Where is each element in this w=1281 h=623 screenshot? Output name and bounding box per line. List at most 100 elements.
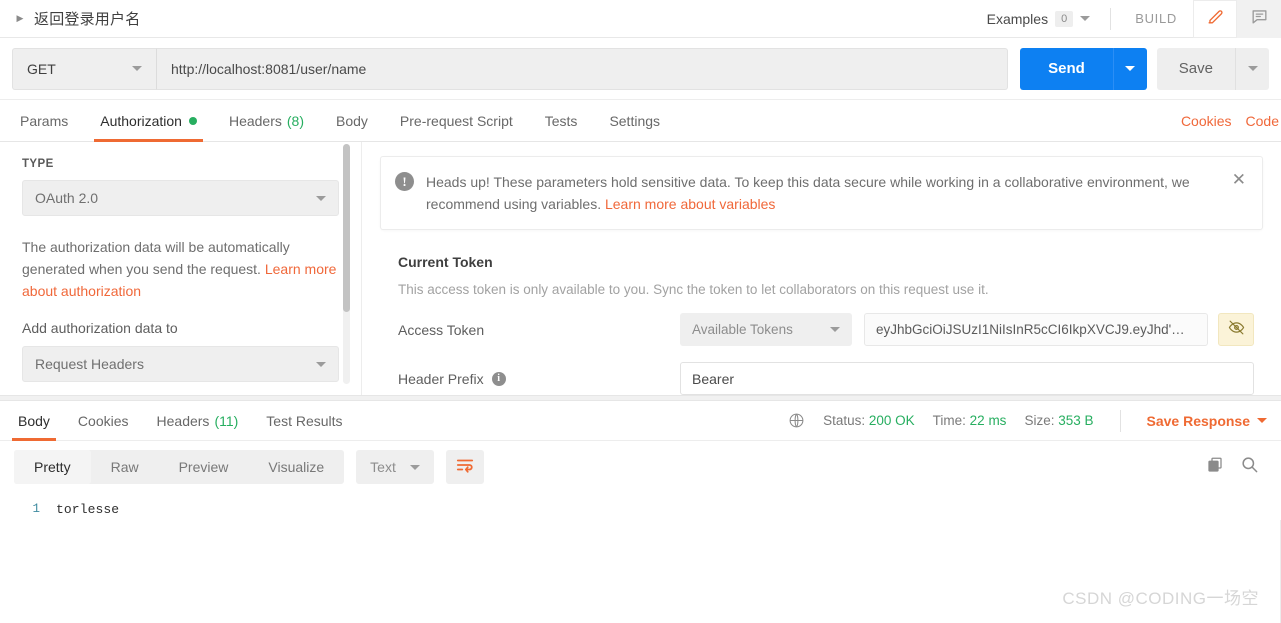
tab-label: Params (20, 113, 68, 129)
chevron-down-icon (1080, 16, 1090, 21)
url-value: http://localhost:8081/user/name (171, 61, 366, 77)
header-prefix-label: Header Prefix i (398, 371, 680, 387)
http-method-select[interactable]: GET (12, 48, 156, 90)
chevron-down-icon (1257, 418, 1267, 423)
tab-label: Tests (545, 113, 578, 129)
edit-button[interactable] (1193, 0, 1237, 38)
header-prefix-value: Bearer (692, 371, 734, 387)
expand-caret-icon[interactable]: ▶ (14, 13, 26, 25)
save-response-button[interactable]: Save Response (1147, 413, 1268, 429)
tab-pre-request-script[interactable]: Pre-request Script (384, 100, 529, 141)
copy-button[interactable] (1206, 456, 1224, 479)
sensitive-data-alert: ! Heads up! These parameters hold sensit… (380, 156, 1263, 230)
close-icon[interactable]: ✕ (1220, 171, 1246, 188)
info-icon[interactable]: i (492, 372, 506, 386)
tab-count: (8) (287, 113, 304, 129)
save-button-group: Save (1157, 48, 1269, 90)
time-label: Time: (933, 413, 966, 428)
http-method-value: GET (27, 61, 56, 77)
divider (1120, 410, 1121, 432)
response-tab-headers[interactable]: Headers (11) (143, 401, 253, 440)
body-toolbar: Pretty Raw Preview Visualize Text (0, 441, 1281, 493)
send-button[interactable]: Send (1020, 48, 1113, 90)
response-tab-cookies[interactable]: Cookies (64, 401, 143, 440)
auth-description-text: The authorization data will be automatic… (22, 239, 290, 277)
url-input[interactable]: http://localhost:8081/user/name (156, 48, 1008, 90)
globe-icon[interactable] (788, 412, 805, 429)
save-response-label: Save Response (1147, 413, 1251, 429)
response-meta: Status: 200 OK Time: 22 ms Size: 353 B S… (788, 401, 1281, 440)
access-token-input[interactable]: eyJhbGciOiJSUzI1NiIsInR5cCI6IkpXVCJ9.eyJ… (864, 313, 1208, 346)
size-label: Size: (1024, 413, 1054, 428)
auth-description: The authorization data will be automatic… (22, 236, 339, 302)
auth-type-select[interactable]: OAuth 2.0 (22, 180, 339, 216)
code-link[interactable]: Code (1246, 113, 1279, 129)
tab-label: Headers (157, 413, 210, 429)
body-format-select[interactable]: Text (356, 450, 434, 484)
tab-label: Body (18, 413, 50, 429)
send-options-button[interactable] (1113, 48, 1147, 90)
available-tokens-select[interactable]: Available Tokens (680, 313, 852, 346)
response-tab-test-results[interactable]: Test Results (252, 401, 356, 440)
auth-type-column: TYPE OAuth 2.0 The authorization data wi… (0, 142, 362, 395)
cookies-link[interactable]: Cookies (1181, 113, 1232, 129)
scrollbar-thumb[interactable] (343, 144, 350, 312)
add-auth-data-value: Request Headers (35, 356, 144, 372)
url-bar: GET http://localhost:8081/user/name Send… (0, 38, 1281, 100)
wrap-lines-icon (456, 457, 474, 478)
tab-authorization[interactable]: Authorization (84, 100, 213, 141)
current-token-title: Current Token (398, 254, 1263, 270)
body-toolbar-actions (1206, 455, 1267, 479)
eye-off-icon (1228, 319, 1245, 341)
tab-label: Test Results (266, 413, 342, 429)
tab-tests[interactable]: Tests (529, 100, 594, 141)
build-button[interactable]: BUILD (1119, 11, 1193, 26)
tab-label: Settings (609, 113, 660, 129)
add-auth-data-select[interactable]: Request Headers (22, 346, 339, 382)
size-field: Size: 353 B (1024, 413, 1093, 428)
size-value: 353 B (1058, 413, 1093, 428)
search-icon (1240, 455, 1259, 474)
copy-icon (1206, 456, 1224, 474)
body-view-preview[interactable]: Preview (159, 450, 249, 484)
divider (1110, 8, 1111, 30)
body-view-visualize[interactable]: Visualize (248, 450, 344, 484)
comment-icon (1250, 7, 1269, 31)
header-prefix-input[interactable]: Bearer (680, 362, 1254, 395)
title-bar: ▶ 返回登录用户名 Examples 0 BUILD (0, 0, 1281, 38)
tab-label: Pre-request Script (400, 113, 513, 129)
chevron-down-icon (1248, 66, 1258, 71)
examples-count-badge: 0 (1055, 11, 1073, 27)
auth-type-label: TYPE (22, 158, 339, 170)
chevron-down-icon (410, 465, 420, 470)
response-tab-body[interactable]: Body (4, 401, 64, 440)
examples-dropdown[interactable]: Examples 0 (987, 11, 1103, 27)
tab-params[interactable]: Params (4, 100, 84, 141)
auth-configured-dot-icon (189, 117, 197, 125)
save-options-button[interactable] (1235, 48, 1269, 90)
tab-body[interactable]: Body (320, 100, 384, 141)
wrap-lines-button[interactable] (446, 450, 484, 484)
response-body-viewer[interactable]: 1 torlesse (0, 493, 1281, 563)
body-view-pretty[interactable]: Pretty (14, 450, 91, 484)
chevron-down-icon (830, 327, 840, 332)
search-button[interactable] (1240, 455, 1259, 479)
auth-details-column: ! Heads up! These parameters hold sensit… (362, 142, 1281, 395)
auth-left-scrollbar[interactable] (343, 144, 350, 384)
tab-settings[interactable]: Settings (593, 100, 676, 141)
learn-more-variables-link[interactable]: Learn more about variables (605, 196, 775, 212)
body-format-value: Text (370, 459, 396, 475)
current-token-description: This access token is only available to y… (398, 282, 1263, 297)
access-token-value: eyJhbGciOiJSUzI1NiIsInR5cCI6IkpXVCJ9.eyJ… (876, 322, 1185, 337)
chevron-down-icon (132, 66, 142, 71)
line-content: torlesse (56, 502, 119, 517)
body-view-raw[interactable]: Raw (91, 450, 159, 484)
save-button[interactable]: Save (1157, 48, 1235, 90)
toggle-token-visibility-button[interactable] (1218, 313, 1254, 346)
access-token-label-text: Access Token (398, 322, 484, 338)
tab-headers[interactable]: Headers (8) (213, 100, 320, 141)
body-view-segmented: Pretty Raw Preview Visualize (14, 450, 344, 484)
comments-button[interactable] (1237, 0, 1281, 38)
header-prefix-row: Header Prefix i Bearer (398, 362, 1263, 395)
time-value: 22 ms (970, 413, 1007, 428)
